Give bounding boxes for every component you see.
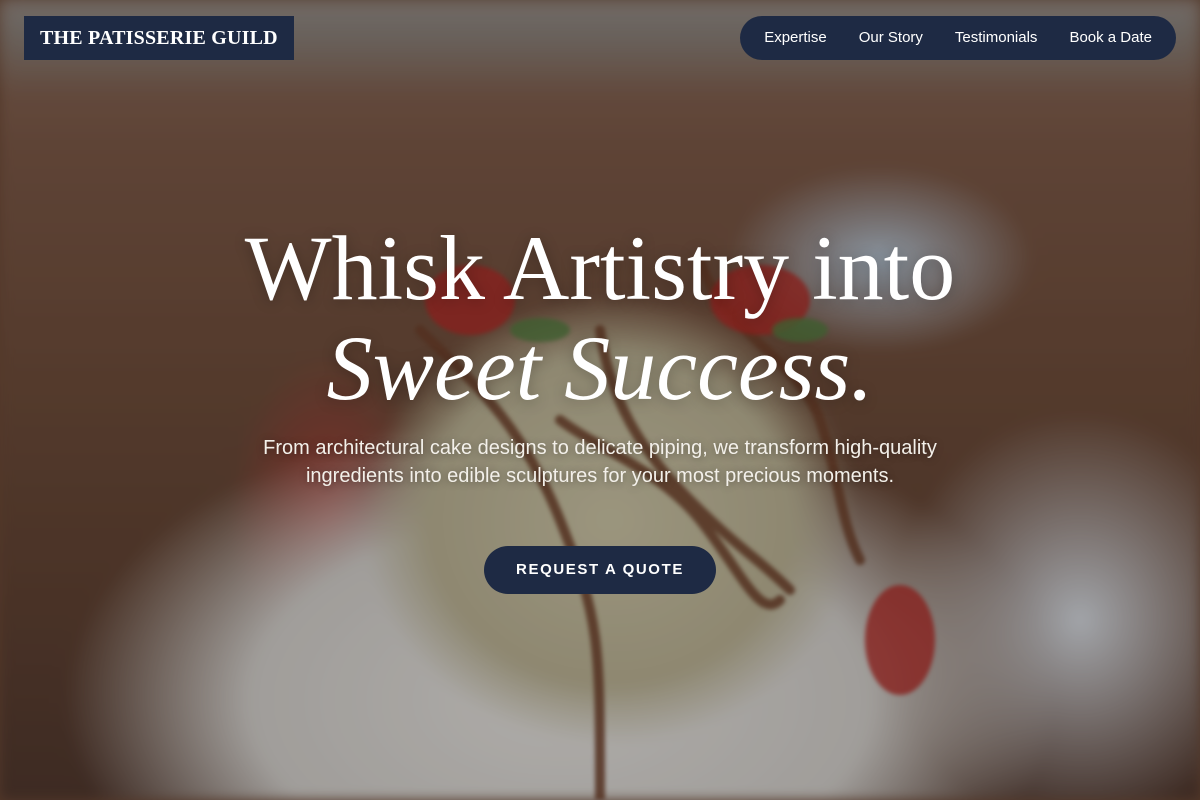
hero-section: THE PATISSERIE GUILD Expertise Our Story… (0, 0, 1200, 800)
main-nav: Expertise Our Story Testimonials Book a … (740, 16, 1176, 60)
nav-item-expertise[interactable]: Expertise (748, 16, 843, 60)
hero-headline-line2: Sweet Success. (326, 317, 874, 419)
hero-subtitle: From architectural cake designs to delic… (263, 437, 937, 487)
brand-logo[interactable]: THE PATISSERIE GUILD (24, 16, 294, 60)
nav-item-book-a-date[interactable]: Book a Date (1053, 16, 1168, 60)
request-quote-button[interactable]: REQUEST A QUOTE (484, 546, 716, 594)
nav-item-our-story[interactable]: Our Story (843, 16, 939, 60)
hero-headline-line1: Whisk Artistry into (244, 217, 956, 319)
nav-item-testimonials[interactable]: Testimonials (939, 16, 1054, 60)
hero-headline: Whisk Artistry into Sweet Success. (0, 218, 1200, 418)
